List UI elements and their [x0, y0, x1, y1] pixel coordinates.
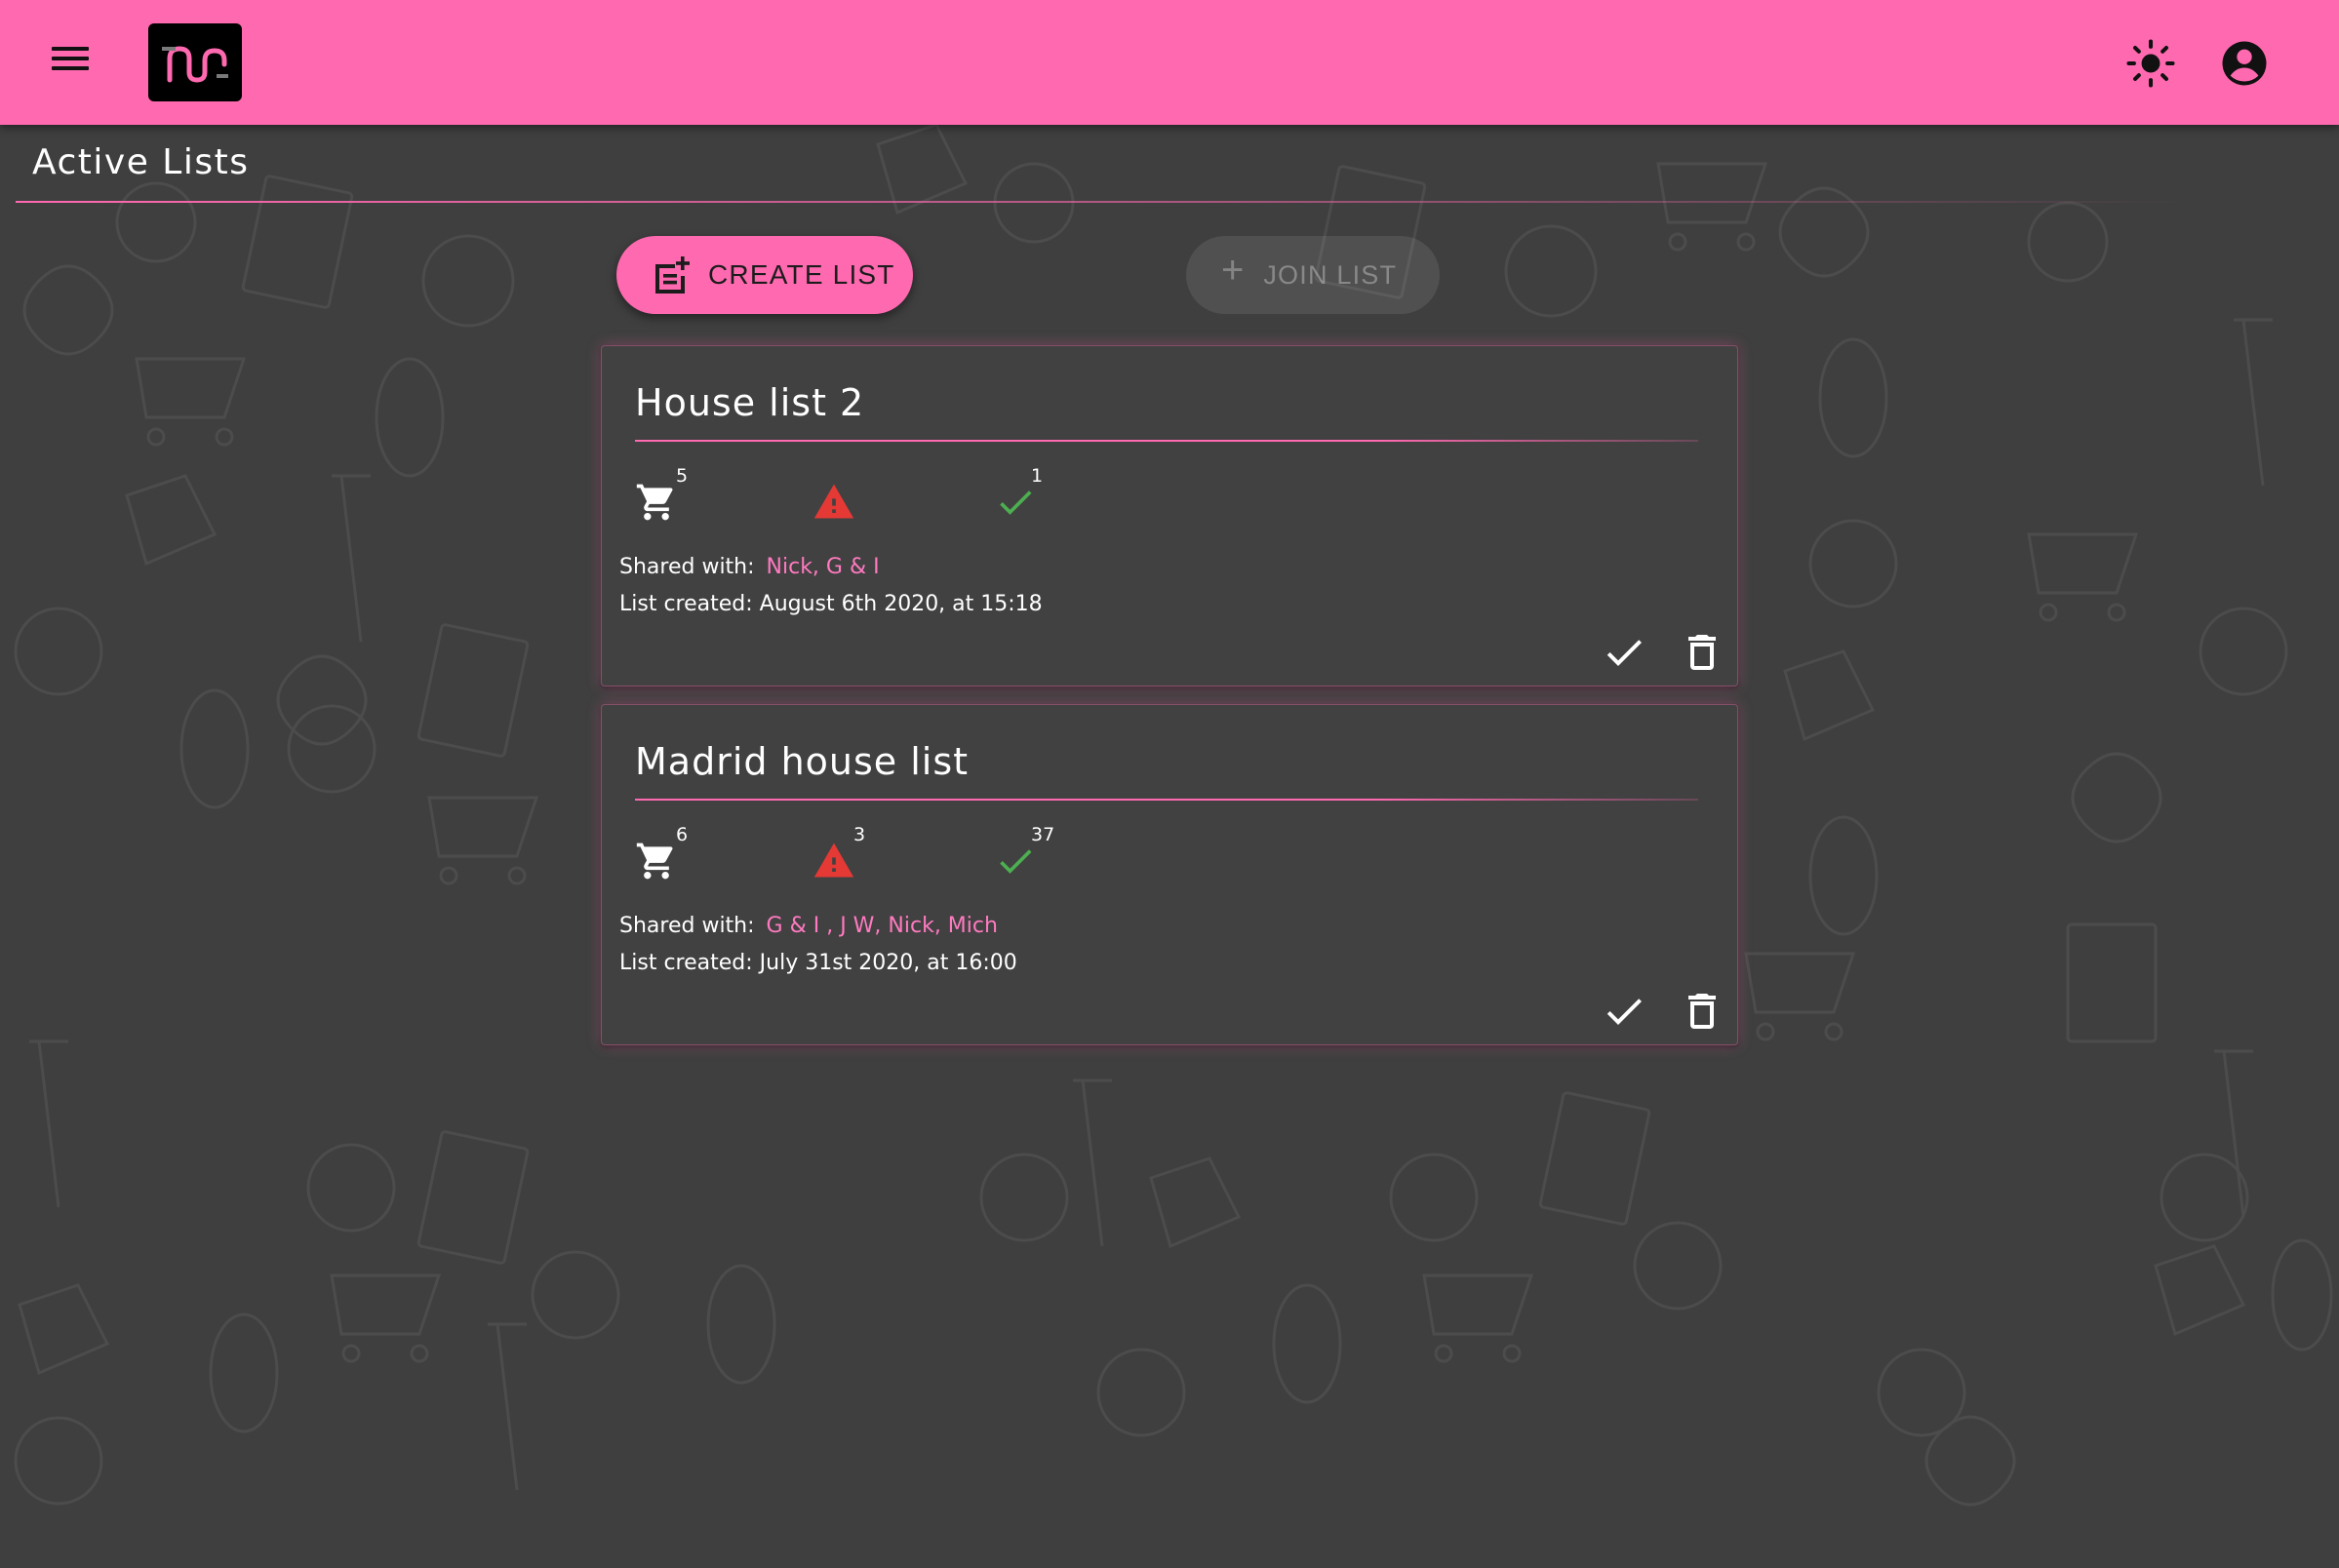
warning-icon [813, 484, 854, 519]
check-icon [1606, 999, 1642, 1025]
join-list-label: JOIN LIST [1263, 259, 1398, 290]
shared-label: Shared with: [619, 555, 755, 579]
warning-count: 3 [853, 824, 866, 845]
warning-icon [813, 843, 854, 878]
create-list-label: CREATE LIST [708, 259, 895, 290]
created-date: List created: August 6th 2020, at 15:18 [619, 592, 1043, 616]
delete-list-button[interactable] [1679, 629, 1725, 676]
cart-icon [636, 843, 673, 880]
shared-with: Shared with: Nick, G & I [619, 555, 880, 579]
warning-stat: 3 [813, 820, 891, 888]
title-divider [16, 201, 2191, 203]
app-bar [0, 0, 2339, 125]
app-logo[interactable] [148, 23, 242, 101]
delete-list-button[interactable] [1679, 988, 1725, 1035]
done-count: 1 [1031, 465, 1044, 487]
shared-with: Shared with: G & I , J W, Nick, Mich [619, 914, 998, 938]
cart-icon [636, 484, 673, 521]
complete-list-button[interactable] [1601, 988, 1647, 1035]
shared-users[interactable]: G & I , J W, Nick, Mich [767, 914, 998, 938]
list-title: Madrid house list [635, 740, 970, 783]
join-list-button[interactable]: + JOIN LIST [1186, 236, 1440, 314]
create-list-button[interactable]: CREATE LIST [616, 236, 913, 314]
done-stat: 1 [994, 461, 1072, 529]
menu-icon[interactable] [43, 41, 98, 84]
plus-icon: + [1221, 249, 1245, 292]
check-icon [1606, 640, 1642, 666]
done-stat: 37 [994, 820, 1072, 888]
card-divider [635, 440, 1698, 442]
check-icon [1000, 490, 1032, 515]
done-count: 37 [1031, 824, 1055, 845]
list-card[interactable]: Madrid house list 6 3 37 Shared with: G &… [601, 704, 1738, 1045]
account-circle-icon[interactable] [2218, 37, 2271, 90]
cart-count: 5 [676, 465, 689, 487]
note-add-icon [652, 255, 691, 295]
created-date: List created: July 31st 2020, at 16:00 [619, 951, 1017, 975]
card-divider [635, 799, 1698, 801]
trash-icon [1688, 994, 1716, 1029]
list-title: House list 2 [635, 381, 865, 424]
shared-label: Shared with: [619, 914, 755, 938]
shared-users[interactable]: Nick, G & I [767, 555, 880, 579]
cart-stat: 6 [635, 820, 713, 888]
page-title: Active Lists [32, 142, 250, 182]
cart-count: 6 [676, 824, 689, 845]
trash-icon [1688, 635, 1716, 670]
complete-list-button[interactable] [1601, 629, 1647, 676]
warning-stat [813, 461, 891, 529]
sun-icon[interactable] [2124, 37, 2177, 90]
check-icon [1000, 849, 1032, 874]
list-card[interactable]: House list 2 5 1 Shared with: Nick, G & I… [601, 345, 1738, 686]
cart-stat: 5 [635, 461, 713, 529]
